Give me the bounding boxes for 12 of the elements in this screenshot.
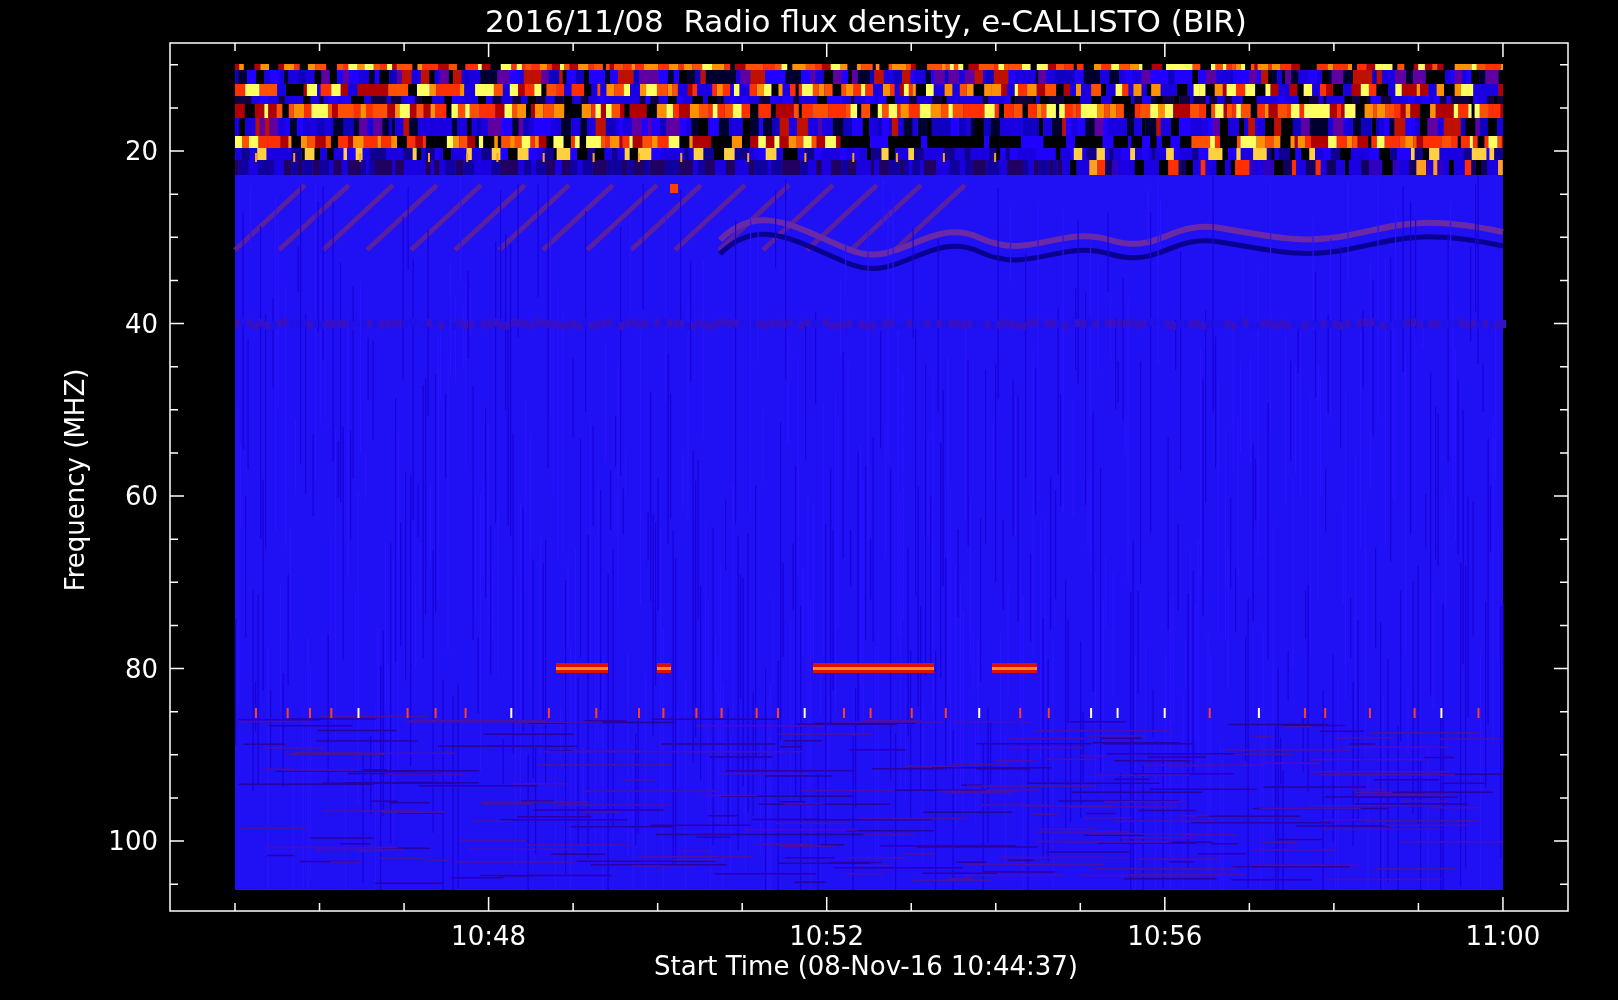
tick-label: 60 <box>124 481 158 511</box>
tick-label: 40 <box>124 308 158 339</box>
plot-title: 2016/11/08 Radio flux density, e-CALLISTO (BIR) <box>485 3 1247 39</box>
tick-label: 20 <box>124 136 158 166</box>
tick-label: 100 <box>108 826 158 856</box>
axis-label: Frequency (MHZ) <box>60 368 90 592</box>
axis-label: Start Time (08-Nov-16 10:44:37) <box>654 951 1078 981</box>
tick-label: 10:48 <box>451 921 527 951</box>
tick-label: 10:56 <box>1127 921 1203 951</box>
tick-label: 10:52 <box>789 921 865 951</box>
tick-label: 80 <box>124 653 158 684</box>
tick-label: 11:00 <box>1465 921 1541 951</box>
